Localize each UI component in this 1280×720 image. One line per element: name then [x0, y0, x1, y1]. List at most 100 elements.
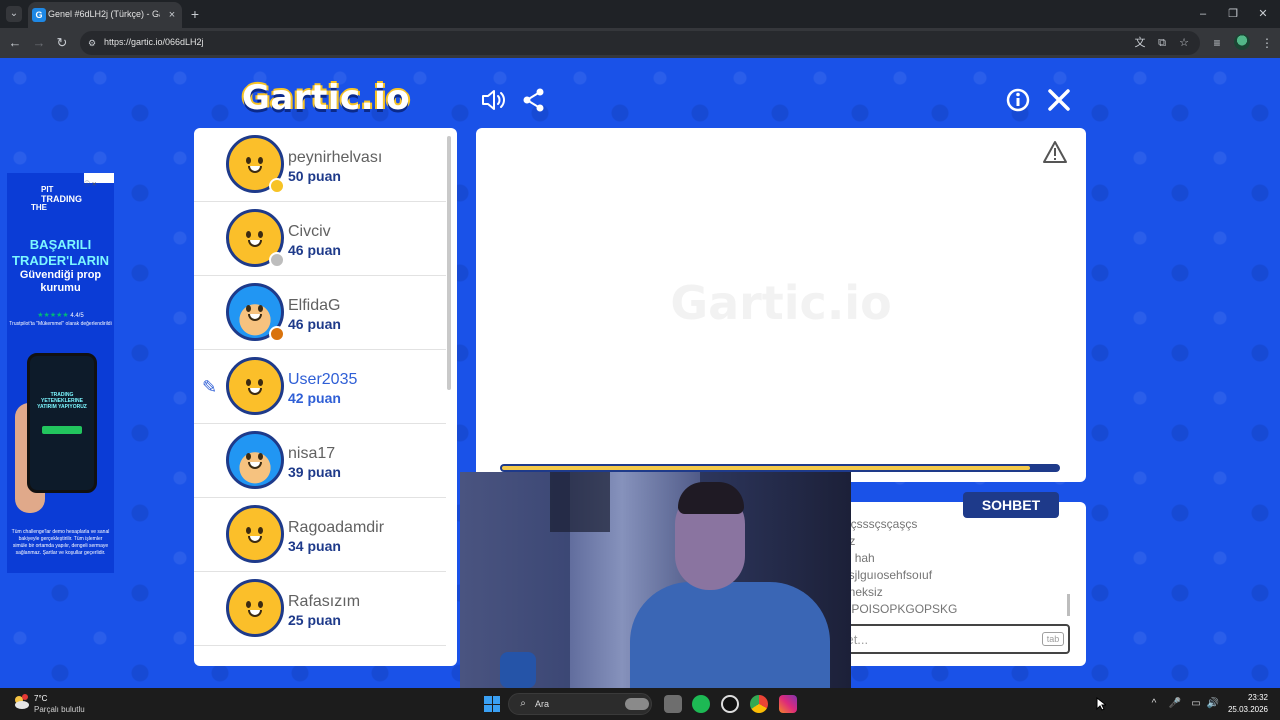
install-app-icon[interactable]: ⧉	[1154, 35, 1170, 51]
ad-brand-trading: TRADING	[41, 194, 82, 204]
avatar-eye	[246, 305, 251, 312]
player-row[interactable]: ElfidaG 46 puan	[194, 276, 446, 350]
player-avatar[interactable]	[226, 505, 284, 563]
player-avatar[interactable]	[226, 579, 284, 637]
start-logo-pane	[484, 704, 492, 712]
ad-headline: BAŞARILI TRADER'LARIN	[12, 237, 109, 268]
instagram-icon[interactable]	[779, 695, 797, 713]
chat-message: PSGPOISOPKGOPSKG	[826, 602, 958, 616]
ad-brand-pit: PIT	[41, 185, 54, 194]
restore-icon[interactable]: ❐	[1224, 5, 1242, 23]
tab-chat[interactable]: SOHBET	[963, 492, 1059, 518]
volume-icon[interactable]: 🔊	[1206, 697, 1220, 711]
tab-title: Genel #6dLH2j (Türkçe) - Gartic	[48, 9, 160, 19]
round-timer-bar	[500, 464, 1060, 472]
mouse-cursor-icon	[1096, 696, 1108, 711]
player-row[interactable]: ✎ User2035 42 puan	[194, 350, 446, 424]
player-avatar[interactable]	[226, 209, 285, 268]
chat-input[interactable]: bbet... tab	[824, 624, 1070, 654]
avatar-eye	[246, 157, 251, 164]
start-button[interactable]	[484, 696, 500, 712]
info-icon[interactable]	[1005, 87, 1031, 113]
player-score: 39 puan	[288, 464, 341, 480]
logo-text: Gartic.io	[242, 78, 411, 118]
player-avatar[interactable]	[226, 357, 284, 415]
chrome-icon[interactable]	[750, 695, 768, 713]
ad-stars: ★★★★★	[37, 312, 69, 319]
report-warning-icon[interactable]	[1042, 140, 1068, 164]
windows-taskbar: 7°C Parçalı bulutlu ⌕ Ara ^ 🎤 ▭ 🔊 23:32 …	[0, 688, 1280, 720]
avatar-mouth	[248, 314, 262, 321]
player-name: Ragoadamdir	[288, 519, 385, 536]
obs-icon[interactable]	[721, 695, 739, 713]
webcam-speaker	[500, 652, 536, 688]
avatar-eye	[258, 379, 263, 386]
gartic-logo: Gartic.io	[242, 78, 412, 120]
avatar-eye	[258, 601, 263, 608]
browser-tab[interactable]: G Genel #6dLH2j (Türkçe) - Gartic ×	[28, 2, 182, 28]
taskbar-search[interactable]: ⌕ Ara	[508, 693, 652, 715]
advertisement-banner[interactable]: ⓘ ✕ PIT TRADING THE BAŞARILI TRADER'LARI…	[7, 173, 114, 573]
ad-close-control[interactable]: ⓘ ✕	[84, 173, 114, 188]
player-row[interactable]: peynirhelvası 50 puan	[194, 128, 446, 202]
bookmark-star-icon[interactable]: ☆	[1176, 35, 1192, 51]
player-name: Civciv	[288, 223, 331, 240]
player-name: Rafasızım	[288, 593, 361, 610]
translate-icon[interactable]: 文	[1132, 35, 1148, 51]
browser-menu-icon[interactable]: ⋮	[1258, 34, 1276, 52]
new-tab-button[interactable]: +	[186, 5, 204, 23]
close-game-icon[interactable]	[1046, 87, 1072, 113]
minimize-icon[interactable]: –	[1194, 5, 1212, 23]
ad-brand-the: THE	[31, 203, 47, 212]
chat-message: çerez	[826, 533, 1066, 550]
player-avatar[interactable]	[226, 431, 284, 489]
window-close-icon[interactable]: ✕	[1254, 5, 1272, 23]
player-row[interactable]: Rafasızım 25 puan	[194, 572, 446, 646]
avatar-eye	[258, 305, 263, 312]
forward-icon[interactable]: →	[30, 34, 48, 52]
site-info-icon[interactable]: ⚙	[86, 37, 98, 49]
chat-message: lipop hah	[826, 551, 875, 565]
player-name: User2035	[288, 371, 358, 388]
clock-date[interactable]: 25.03.2026	[1226, 705, 1268, 714]
player-row[interactable]: Ragoadamdir 34 puan	[194, 498, 446, 572]
file-explorer-icon[interactable]	[664, 695, 682, 713]
avatar-eye	[246, 379, 251, 386]
player-avatar[interactable]	[226, 135, 285, 194]
microphone-icon[interactable]: 🎤	[1168, 697, 1182, 711]
ad-phone-button	[42, 426, 82, 434]
spotify-icon[interactable]	[692, 695, 710, 713]
tab-close-icon[interactable]: ×	[164, 7, 180, 23]
sound-icon[interactable]	[480, 87, 506, 113]
display-icon[interactable]: ▭	[1189, 697, 1203, 711]
tab-list-button[interactable]: ⌄	[6, 6, 22, 22]
browser-tabbar: ⌄ G Genel #6dLH2j (Türkçe) - Gartic × + …	[0, 0, 1280, 28]
media-control-icon[interactable]: ≡	[1208, 34, 1226, 52]
player-avatar[interactable]	[226, 283, 285, 342]
tray-overflow-chevron-icon[interactable]: ^	[1147, 697, 1161, 711]
game-viewport: Gartic.io ⓘ ✕ PIT TRADING THE BAŞARILI T…	[0, 58, 1280, 688]
player-row[interactable]: nisa17 39 puan	[194, 424, 446, 498]
share-icon[interactable]	[521, 87, 547, 113]
drawing-canvas[interactable]: Gartic.io	[476, 128, 1086, 482]
avatar-eye	[246, 601, 251, 608]
clock-time[interactable]: 23:32	[1232, 693, 1268, 702]
avatar-face	[242, 301, 268, 323]
reload-icon[interactable]: ↻	[53, 34, 71, 52]
back-icon[interactable]: ←	[6, 34, 24, 52]
avatar-mouth	[248, 610, 262, 617]
player-score: 46 puan	[288, 242, 341, 258]
url-text[interactable]: https://gartic.io/066dLH2j	[104, 37, 204, 47]
chat-scrollbar[interactable]	[1067, 594, 1070, 616]
avatar-face	[242, 597, 268, 619]
weather-cloud-icon[interactable]	[12, 693, 30, 711]
player-row[interactable]: Civciv 46 puan	[194, 202, 446, 276]
avatar-mouth	[248, 536, 262, 543]
players-scrollbar[interactable]	[447, 136, 451, 390]
player-status-badge	[269, 326, 285, 342]
address-bar[interactable]: ⚙ https://gartic.io/066dLH2j 文 ⧉ ☆	[80, 31, 1200, 55]
profile-avatar[interactable]	[1234, 34, 1250, 50]
avatar-eye	[258, 157, 263, 164]
ad-phone-title: TRADING YETENEKLERINE YATIRIM YAPIYORUZ	[37, 392, 87, 410]
weather-description: Parçalı bulutlu	[34, 705, 85, 714]
